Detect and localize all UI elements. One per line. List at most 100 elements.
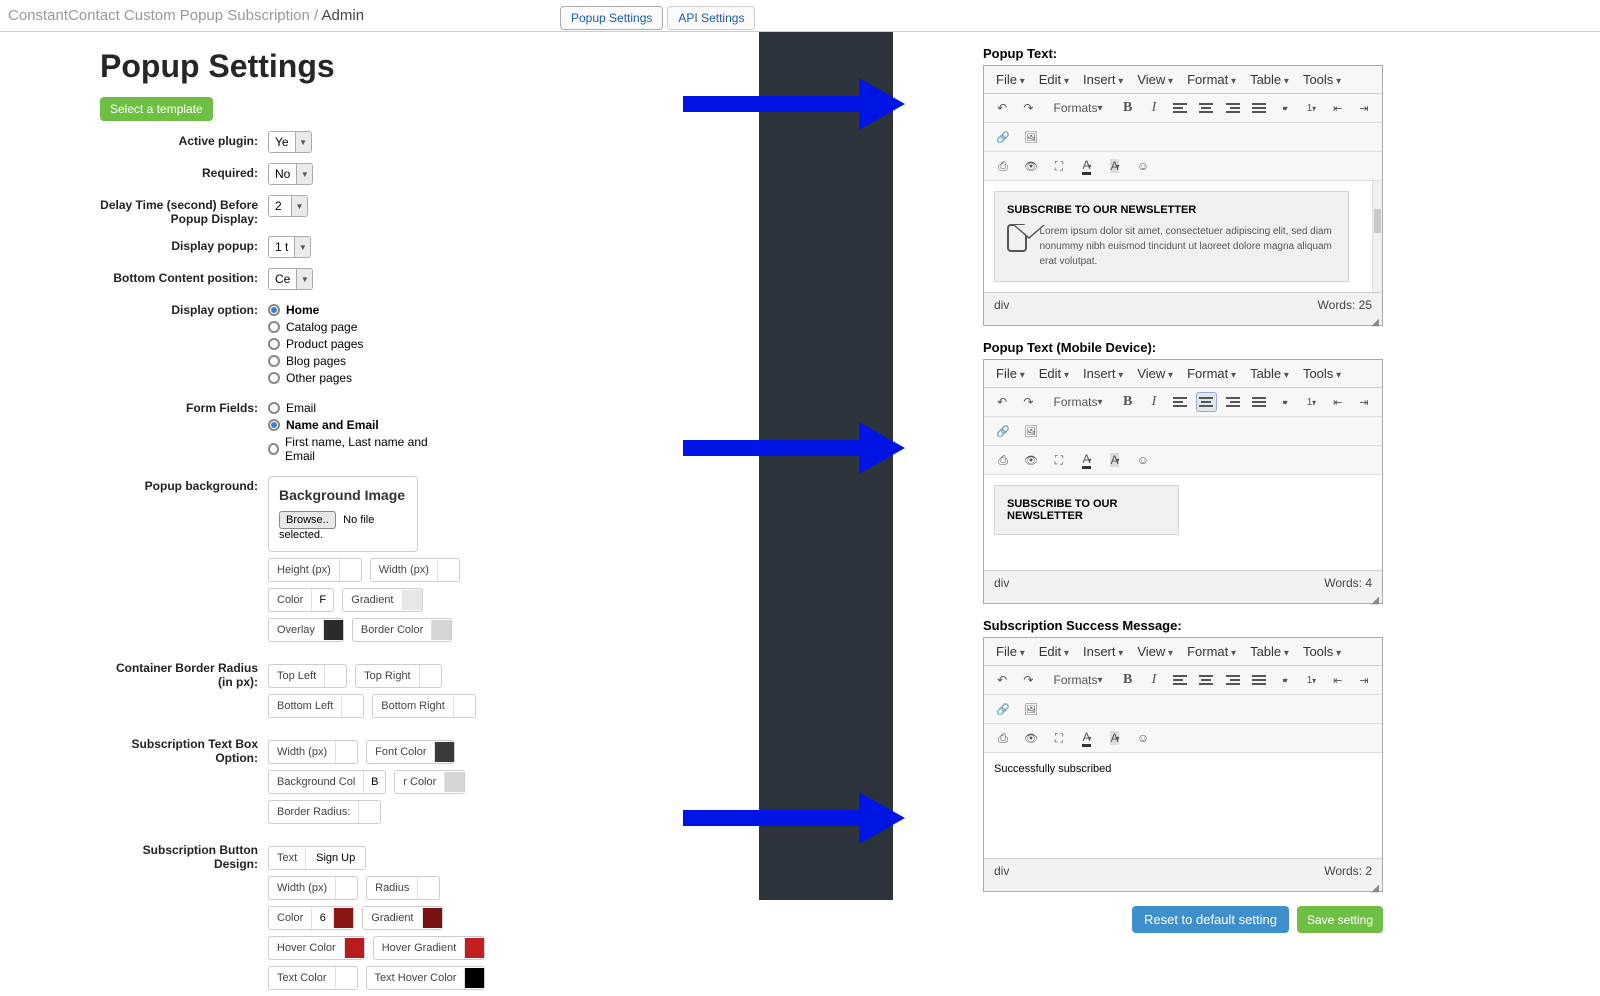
input-bg-color[interactable]: ColorF [268,588,334,612]
input-tb-border-color[interactable]: r Color [394,770,465,794]
image-button[interactable] [1020,699,1042,719]
text-color-button[interactable] [1076,450,1098,470]
fullscreen-button[interactable] [1048,450,1070,470]
select-bottom-pos[interactable]: Ce▼ [268,268,313,290]
formats-dropdown[interactable]: Formats [1045,392,1112,412]
menu-view[interactable]: View [1137,72,1173,87]
align-center-button[interactable] [1196,670,1216,690]
menu-insert[interactable]: Insert [1083,72,1123,87]
indent-button[interactable] [1354,392,1374,412]
resize-handle[interactable] [984,317,1382,325]
undo-button[interactable] [992,670,1012,690]
align-justify-button[interactable] [1249,670,1269,690]
radio-option[interactable]: Email [268,401,438,415]
input-tb-width[interactable]: Width (px) [268,740,358,764]
preview-button[interactable] [1020,450,1042,470]
fullscreen-button[interactable] [1048,156,1070,176]
redo-button[interactable] [1018,98,1038,118]
input-tb-bgcolor[interactable]: Background ColB [268,770,386,794]
menu-tools[interactable]: Tools [1303,366,1341,381]
print-button[interactable] [992,450,1014,470]
radio-option[interactable]: Catalog page [268,320,688,334]
indent-button[interactable] [1354,98,1374,118]
input-tb-font-color[interactable]: Font Color [366,740,455,764]
menu-format[interactable]: Format [1187,644,1236,659]
menu-table[interactable]: Table [1250,72,1289,87]
preview-button[interactable] [1020,728,1042,748]
link-button[interactable] [992,699,1014,719]
menu-view[interactable]: View [1137,366,1173,381]
menu-insert[interactable]: Insert [1083,644,1123,659]
editor-body[interactable]: SUBSCRIBE TO OUR NEWSLETTER [984,475,1382,570]
italic-button[interactable] [1144,670,1164,690]
print-button[interactable] [992,156,1014,176]
input-btn-text[interactable]: TextSign Up [268,846,366,870]
bold-button[interactable] [1118,392,1138,412]
italic-button[interactable] [1144,98,1164,118]
align-center-button[interactable] [1196,98,1216,118]
align-justify-button[interactable] [1249,392,1269,412]
input-tb-radius[interactable]: Border Radius: [268,800,381,824]
input-radius-br[interactable]: Bottom Right [372,694,476,718]
select-delay[interactable]: 2▼ [268,195,308,217]
menu-edit[interactable]: Edit [1039,366,1069,381]
outdent-button[interactable] [1328,98,1348,118]
browse-button[interactable]: Browse.. [279,511,336,529]
number-list-button[interactable] [1301,98,1321,118]
menu-edit[interactable]: Edit [1039,644,1069,659]
number-list-button[interactable] [1301,392,1321,412]
number-list-button[interactable] [1301,670,1321,690]
resize-handle[interactable] [984,595,1382,603]
radio-option[interactable]: Other pages [268,371,688,385]
editor-body[interactable]: SUBSCRIBE TO OUR NEWSLETTER Lorem ipsum … [984,181,1382,292]
select-template-button[interactable]: Select a template [100,97,213,121]
select-required[interactable]: No▼ [268,163,313,185]
emoji-button[interactable] [1132,728,1154,748]
input-btn-text-color[interactable]: Text Color [268,966,358,990]
bullet-list-button[interactable] [1275,670,1295,690]
undo-button[interactable] [992,98,1012,118]
fullscreen-button[interactable] [1048,728,1070,748]
align-justify-button[interactable] [1249,98,1269,118]
editor-body[interactable]: Successfully subscribed [984,753,1382,858]
menu-tools[interactable]: Tools [1303,644,1341,659]
input-bg-gradient[interactable]: Gradient [342,588,422,612]
emoji-button[interactable] [1132,450,1154,470]
align-left-button[interactable] [1170,670,1190,690]
image-button[interactable] [1020,421,1042,441]
highlight-color-button[interactable] [1104,156,1126,176]
input-btn-hover-color[interactable]: Hover Color [268,936,365,960]
indent-button[interactable] [1354,670,1374,690]
highlight-color-button[interactable] [1104,728,1126,748]
align-right-button[interactable] [1223,670,1243,690]
outdent-button[interactable] [1328,670,1348,690]
menu-format[interactable]: Format [1187,366,1236,381]
emoji-button[interactable] [1132,156,1154,176]
align-left-button[interactable] [1170,98,1190,118]
print-button[interactable] [992,728,1014,748]
highlight-color-button[interactable] [1104,450,1126,470]
radio-option[interactable]: Home [268,303,688,317]
redo-button[interactable] [1018,670,1038,690]
menu-format[interactable]: Format [1187,72,1236,87]
italic-button[interactable] [1144,392,1164,412]
input-btn-radius[interactable]: Radius [366,876,440,900]
input-btn-hover-gradient[interactable]: Hover Gradient [373,936,486,960]
menu-view[interactable]: View [1137,644,1173,659]
formats-dropdown[interactable]: Formats [1045,670,1112,690]
input-radius-bl[interactable]: Bottom Left [268,694,364,718]
menu-insert[interactable]: Insert [1083,366,1123,381]
radio-option[interactable]: First name, Last name and Email [268,435,438,463]
align-center-button[interactable] [1196,392,1216,412]
formats-dropdown[interactable]: Formats [1045,98,1112,118]
input-btn-color[interactable]: Color6 [268,906,354,930]
tab-api-settings[interactable]: API Settings [667,6,755,30]
bold-button[interactable] [1118,98,1138,118]
radio-option[interactable]: Blog pages [268,354,688,368]
reset-button[interactable]: Reset to default setting [1132,906,1289,933]
text-color-button[interactable] [1076,728,1098,748]
input-btn-width[interactable]: Width (px) [268,876,358,900]
menu-file[interactable]: File [996,72,1025,87]
text-color-button[interactable] [1076,156,1098,176]
link-button[interactable] [992,127,1014,147]
